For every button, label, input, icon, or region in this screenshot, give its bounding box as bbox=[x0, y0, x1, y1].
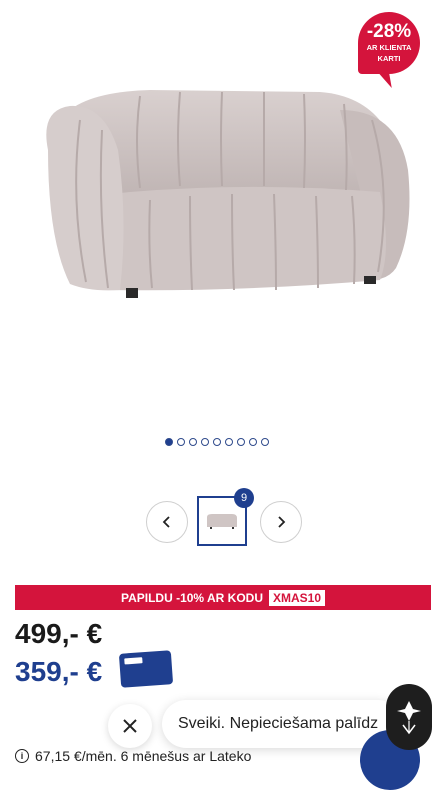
discount-line2: KARTI bbox=[377, 54, 401, 63]
gallery-dot[interactable] bbox=[201, 438, 209, 446]
close-chat-button[interactable] bbox=[108, 704, 152, 748]
installment-info: i 67,15 €/mēn. 6 mēnešus ar Lateko bbox=[15, 748, 251, 764]
discount-badge: -28% AR KLIENTA KARTI bbox=[358, 12, 420, 74]
close-icon bbox=[123, 719, 137, 733]
loyalty-card-icon bbox=[118, 650, 174, 688]
gallery-dot[interactable] bbox=[165, 438, 173, 446]
gallery-dot[interactable] bbox=[213, 438, 221, 446]
gallery-dot[interactable] bbox=[237, 438, 245, 446]
info-icon[interactable]: i bbox=[15, 749, 29, 763]
regular-price: 499,- € bbox=[15, 618, 103, 649]
chat-assistant-avatar[interactable] bbox=[386, 684, 432, 750]
sofa-thumbnail-icon bbox=[207, 514, 237, 529]
discount-percent: -28% bbox=[366, 21, 412, 42]
assistant-emblem-icon bbox=[397, 701, 421, 735]
gallery-pagination bbox=[165, 438, 269, 446]
gallery-dot[interactable] bbox=[225, 438, 233, 446]
gallery-dot[interactable] bbox=[249, 438, 257, 446]
member-price: 359,- € bbox=[15, 656, 103, 687]
chat-message: Sveiki. Nepieciešama palīdz bbox=[178, 715, 379, 732]
discount-line1: AR KLIENTA bbox=[366, 43, 412, 52]
promo-text: PAPILDU -10% AR KODU bbox=[120, 590, 263, 605]
chevron-right-icon bbox=[278, 516, 286, 528]
thumbnail-strip: 9 bbox=[0, 488, 447, 548]
next-image-button[interactable] bbox=[260, 501, 302, 543]
previous-image-button[interactable] bbox=[146, 501, 188, 543]
image-count-badge: 9 bbox=[234, 488, 254, 508]
gallery-dot[interactable] bbox=[261, 438, 269, 446]
gallery-dot[interactable] bbox=[189, 438, 197, 446]
card-logo-icon bbox=[124, 657, 143, 665]
promo-banner: PAPILDU -10% AR KODU XMAS10 bbox=[15, 585, 431, 610]
installment-text: 67,15 €/mēn. 6 mēnešus ar Lateko bbox=[35, 748, 252, 764]
chevron-left-icon bbox=[162, 516, 170, 528]
gallery-dot[interactable] bbox=[177, 438, 185, 446]
promo-code: XMAS10 bbox=[268, 589, 326, 606]
